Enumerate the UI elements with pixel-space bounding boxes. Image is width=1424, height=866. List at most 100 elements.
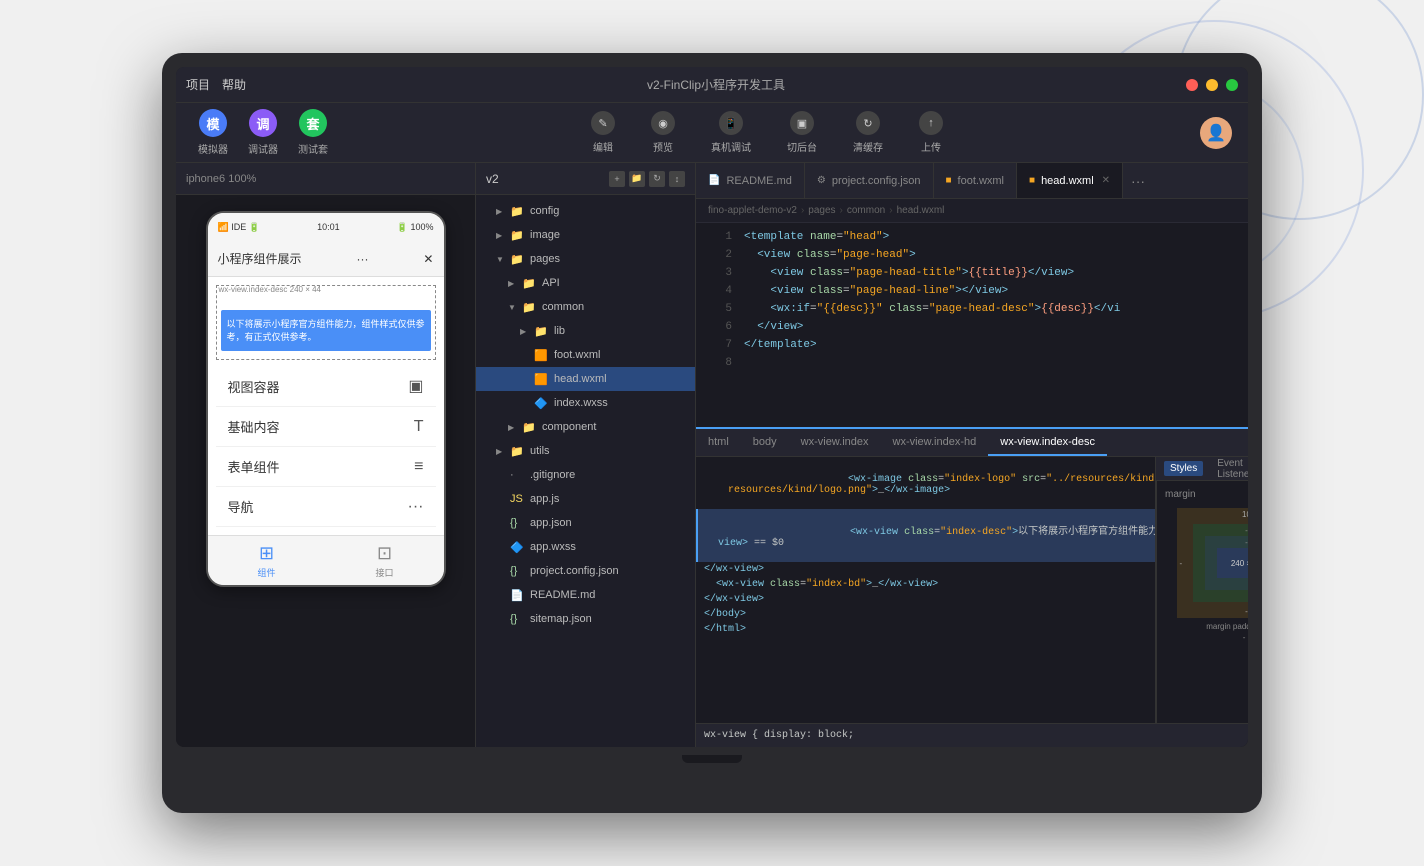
- devtools-tab-wx-view-hd[interactable]: wx-view.index-hd: [881, 429, 989, 456]
- tree-item-api[interactable]: ▶ 📁 API: [476, 271, 695, 295]
- list-item-label-nav: 导航: [228, 497, 254, 516]
- toolbar-simulator-button[interactable]: 模 模拟器: [192, 105, 234, 160]
- html-node-image[interactable]: <wx-image class="index-logo" src="../res…: [696, 461, 1155, 509]
- html-node-view-desc[interactable]: <wx-view class="index-desc">以下将展示小程序官方组件…: [696, 509, 1155, 562]
- window-close-button[interactable]: [1186, 79, 1198, 91]
- tree-item-app-json[interactable]: {} app.json: [476, 511, 695, 535]
- app-bar-close-icon[interactable]: ✕: [423, 252, 433, 266]
- tree-item-config[interactable]: ▶ 📁 config: [476, 199, 695, 223]
- laptop-frame: 项目 帮助 v2-FinClip小程序开发工具 模 模拟器: [162, 53, 1262, 813]
- element-tab-event-listeners[interactable]: Event Listeners: [1211, 457, 1248, 482]
- folder-icon-utils: 📁: [510, 445, 526, 458]
- toolbar-device-debug-button[interactable]: 📱 真机调试: [703, 107, 759, 158]
- tree-item-gitignore[interactable]: · .gitignore: [476, 463, 695, 487]
- app-bar-more-icon[interactable]: ···: [356, 252, 368, 266]
- folder-icon-lib: 📁: [534, 325, 550, 338]
- tab-head-wxml-close-icon[interactable]: ✕: [1102, 175, 1110, 186]
- tree-item-pages[interactable]: ▼ 📁 pages: [476, 247, 695, 271]
- tab-project-config[interactable]: ⚙ project.config.json: [805, 163, 934, 198]
- toolbar-debugger-button[interactable]: 调 调试器: [242, 105, 284, 160]
- new-folder-button[interactable]: 📁: [629, 171, 645, 187]
- device-debug-label: 真机调试: [711, 139, 751, 154]
- simulator-label: 模拟器: [198, 141, 228, 156]
- window-maximize-button[interactable]: [1226, 79, 1238, 91]
- new-file-button[interactable]: +: [609, 171, 625, 187]
- element-tab-styles[interactable]: Styles: [1164, 461, 1203, 476]
- list-item-form[interactable]: 表单组件 ≡: [216, 447, 436, 487]
- tab-foot-wxml[interactable]: ■ foot.wxml: [934, 163, 1018, 198]
- txt-icon-readme: 📄: [510, 589, 526, 602]
- code-editor[interactable]: 1 <template name="head"> 2 <view class="…: [696, 223, 1248, 747]
- element-highlight-box: wx-view.index-desc 240 × 44 以下将展示小程序官方组件…: [216, 285, 436, 360]
- tree-item-common[interactable]: ▼ 📁 common: [476, 295, 695, 319]
- html-node-close-view: </wx-view>: [696, 562, 1155, 577]
- json-icon-sitemap: {}: [510, 613, 526, 625]
- tree-item-index-wxss[interactable]: 🔷 index.wxss: [476, 391, 695, 415]
- html-node-index-bd[interactable]: <wx-view class="index-bd">_</wx-view>: [696, 577, 1155, 592]
- folder-icon-api: 📁: [522, 277, 538, 290]
- collapse-button[interactable]: ↕: [669, 171, 685, 187]
- html-node-close-html: </html>: [696, 622, 1155, 637]
- toolbar-background-button[interactable]: ▣ 切后台: [779, 107, 825, 158]
- tab-head-wxml[interactable]: ■ head.wxml ✕: [1017, 163, 1123, 198]
- phone-nav-components[interactable]: ⊞ 组件: [257, 543, 275, 579]
- phone-app-bar: 小程序组件展示 ··· ✕: [208, 241, 444, 277]
- code-line-2: 2 <view class="page-head">: [696, 249, 1248, 267]
- tree-item-head-wxml[interactable]: 🟧 head.wxml: [476, 367, 695, 391]
- file-name-head-wxml: head.wxml: [554, 373, 607, 385]
- devtools-tab-wx-view-index[interactable]: wx-view.index: [789, 429, 881, 456]
- tab-bar: 📄 README.md ⚙ project.config.json ■ foot…: [696, 163, 1248, 199]
- toolbar-testsuit-button[interactable]: 套 测试套: [292, 105, 334, 160]
- tree-item-foot-wxml[interactable]: 🟧 foot.wxml: [476, 343, 695, 367]
- code-line-1: 1 <template name="head">: [696, 231, 1248, 249]
- devtools-tab-body[interactable]: body: [741, 429, 789, 456]
- list-item-navigation[interactable]: 导航 ···: [216, 487, 436, 527]
- devtools-tab-html[interactable]: html: [696, 429, 741, 456]
- list-item-view-container[interactable]: 视图容器 ▣: [216, 366, 436, 407]
- tree-item-app-wxss[interactable]: 🔷 app.wxss: [476, 535, 695, 559]
- laptop-notch: [682, 755, 742, 763]
- window-minimize-button[interactable]: [1206, 79, 1218, 91]
- basic-content-icon: T: [414, 418, 424, 436]
- styles-section: Styles Event Listeners DOM Breakpoints P…: [1156, 457, 1248, 723]
- tree-item-utils[interactable]: ▶ 📁 utils: [476, 439, 695, 463]
- user-avatar[interactable]: 👤: [1200, 117, 1232, 149]
- devtools-bottom-bar: wx-view { display: block;: [696, 723, 1248, 747]
- app-window: 项目 帮助 v2-FinClip小程序开发工具 模 模拟器: [176, 67, 1248, 747]
- tree-item-component[interactable]: ▶ 📁 component: [476, 415, 695, 439]
- edit-label: 编辑: [593, 139, 613, 154]
- view-container-icon: ▣: [408, 376, 423, 396]
- tree-item-app-js[interactable]: JS app.js: [476, 487, 695, 511]
- html-node-close-view2: </wx-view>: [696, 592, 1155, 607]
- breadcrumb: fino-applet-demo-v2 › pages › common › h…: [696, 199, 1248, 223]
- devtools-tab-wx-view-desc[interactable]: wx-view.index-desc: [988, 429, 1107, 456]
- tree-item-lib[interactable]: ▶ 📁 lib: [476, 319, 695, 343]
- readme-tab-icon: 📄: [708, 175, 720, 186]
- code-line-4: 4 <view class="page-head-line"></view>: [696, 285, 1248, 303]
- title-bar: 项目 帮助 v2-FinClip小程序开发工具: [176, 67, 1248, 103]
- tree-item-image[interactable]: ▶ 📁 image: [476, 223, 695, 247]
- tab-more-button[interactable]: ···: [1123, 163, 1153, 198]
- refresh-button[interactable]: ↻: [649, 171, 665, 187]
- toolbar-preview-button[interactable]: ◉ 预览: [643, 107, 683, 158]
- menu-help[interactable]: 帮助: [222, 76, 246, 93]
- components-nav-icon: ⊞: [259, 543, 274, 564]
- tab-project-config-label: project.config.json: [832, 175, 921, 187]
- toolbar-edit-button[interactable]: ✎ 编辑: [583, 107, 623, 158]
- file-name-gitignore: .gitignore: [530, 469, 575, 481]
- list-item-label-basic: 基础内容: [228, 417, 280, 436]
- components-nav-label: 组件: [257, 566, 275, 579]
- phone-nav-api[interactable]: ⊡ 接口: [375, 543, 393, 579]
- list-item-basic-content[interactable]: 基础内容 T: [216, 407, 436, 447]
- devtools-content: <wx-image class="index-logo" src="../res…: [696, 457, 1248, 723]
- file-name-app-wxss: app.wxss: [530, 541, 576, 553]
- tree-item-sitemap-json[interactable]: {} sitemap.json: [476, 607, 695, 631]
- toolbar-upload-button[interactable]: ↑ 上传: [911, 107, 951, 158]
- tab-readme[interactable]: 📄 README.md: [696, 163, 805, 198]
- tree-item-readme[interactable]: 📄 README.md: [476, 583, 695, 607]
- toolbar-clear-cache-button[interactable]: ↻ 清缓存: [845, 107, 891, 158]
- menu-project[interactable]: 项目: [186, 76, 210, 93]
- wxml-icon-head: 🟧: [534, 373, 550, 386]
- styles-content: :hov .cls + element.style { }: [1156, 481, 1248, 723]
- tree-item-project-json[interactable]: {} project.config.json: [476, 559, 695, 583]
